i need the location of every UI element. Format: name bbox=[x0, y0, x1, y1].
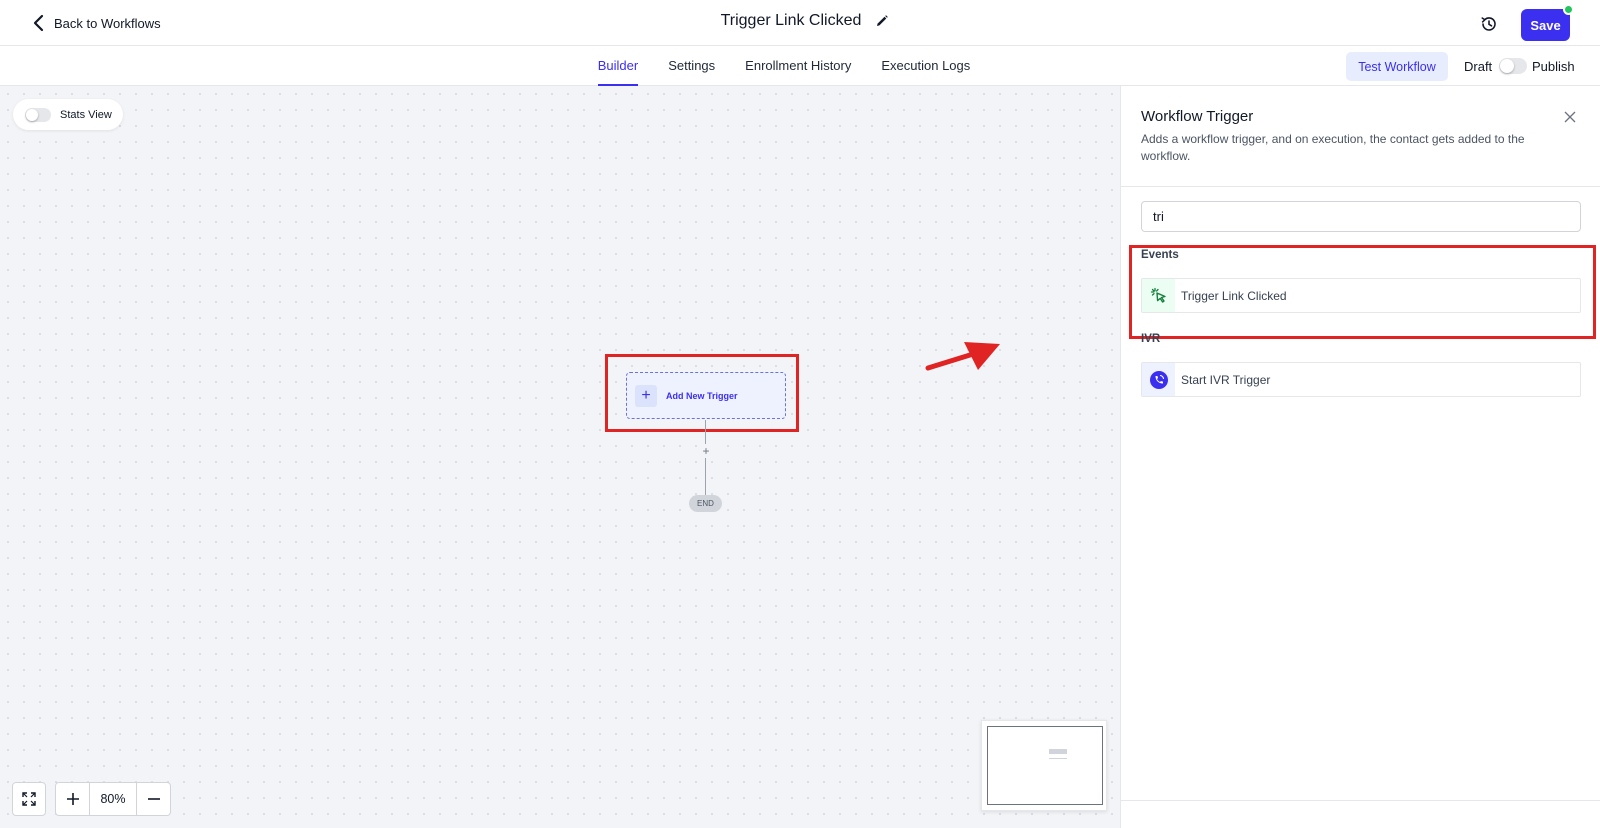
end-node: END bbox=[689, 495, 722, 512]
unsaved-status-dot bbox=[1563, 4, 1574, 15]
panel-description: Adds a workflow trigger, and on executio… bbox=[1141, 132, 1525, 163]
test-workflow-button[interactable]: Test Workflow bbox=[1346, 52, 1448, 81]
red-arrow-annotation bbox=[925, 342, 1000, 371]
cursor-click-icon bbox=[1142, 279, 1175, 312]
workflow-trigger-panel: Workflow Trigger Adds a workflow trigger… bbox=[1120, 86, 1600, 828]
add-new-trigger-label: Add New Trigger bbox=[666, 390, 738, 401]
add-step-button[interactable]: + bbox=[699, 444, 713, 458]
group-label-ivr: IVR bbox=[1141, 333, 1161, 345]
zoom-in-button[interactable] bbox=[55, 782, 90, 816]
trigger-item-trigger-link-clicked[interactable]: Trigger Link Clicked bbox=[1141, 278, 1581, 313]
add-new-trigger-node[interactable]: + Add New Trigger bbox=[626, 372, 786, 419]
zoom-level: 80% bbox=[90, 782, 136, 816]
tab-execution-logs[interactable]: Execution Logs bbox=[881, 46, 970, 86]
minus-icon bbox=[147, 798, 160, 800]
save-button[interactable]: Save bbox=[1521, 9, 1570, 41]
tab-builder[interactable]: Builder bbox=[597, 46, 639, 86]
divider bbox=[1121, 186, 1600, 187]
zoom-controls: 80% bbox=[12, 782, 171, 816]
minimap-node bbox=[1049, 749, 1067, 754]
workflow-title-container: Trigger Link Clicked bbox=[0, 12, 1600, 30]
minimap-viewport bbox=[987, 726, 1103, 805]
node-connector-line bbox=[705, 420, 706, 500]
publish-toggle[interactable] bbox=[1499, 58, 1527, 74]
plus-icon bbox=[66, 793, 79, 805]
workflow-title: Trigger Link Clicked bbox=[720, 12, 862, 29]
tab-settings[interactable]: Settings bbox=[668, 46, 715, 86]
history-icon[interactable] bbox=[1479, 14, 1499, 34]
draft-label: Draft bbox=[1464, 59, 1493, 74]
phone-call-icon bbox=[1142, 363, 1175, 396]
zoom-out-button[interactable] bbox=[136, 782, 171, 816]
fit-view-button[interactable] bbox=[12, 782, 46, 816]
top-header: Back to Workflows Trigger Link Clicked S… bbox=[0, 0, 1600, 46]
minimap-end bbox=[1049, 758, 1067, 759]
trigger-search-input[interactable] bbox=[1141, 201, 1581, 232]
stats-view-label: Stats View bbox=[60, 108, 112, 121]
pencil-icon[interactable] bbox=[875, 14, 889, 28]
minimap[interactable] bbox=[981, 720, 1107, 811]
trigger-item-label: Trigger Link Clicked bbox=[1181, 288, 1287, 303]
panel-title: Workflow Trigger bbox=[1141, 108, 1254, 125]
publish-label: Publish bbox=[1532, 59, 1575, 74]
close-icon[interactable] bbox=[1563, 110, 1577, 124]
trigger-item-label: Start IVR Trigger bbox=[1181, 372, 1271, 387]
trigger-item-start-ivr-trigger[interactable]: Start IVR Trigger bbox=[1141, 362, 1581, 397]
workflow-canvas[interactable]: Stats View + Add New Trigger + END 80% bbox=[0, 86, 1120, 828]
tab-bar: Builder Settings Enrollment History Exec… bbox=[0, 46, 1600, 86]
plus-icon: + bbox=[635, 384, 657, 407]
tab-enrollment-history[interactable]: Enrollment History bbox=[745, 46, 851, 86]
group-label-events: Events bbox=[1141, 249, 1179, 261]
stats-view-control: Stats View bbox=[13, 99, 123, 130]
expand-icon bbox=[22, 792, 36, 806]
panel-footer-divider bbox=[1121, 800, 1600, 801]
stats-view-toggle[interactable] bbox=[25, 107, 51, 122]
